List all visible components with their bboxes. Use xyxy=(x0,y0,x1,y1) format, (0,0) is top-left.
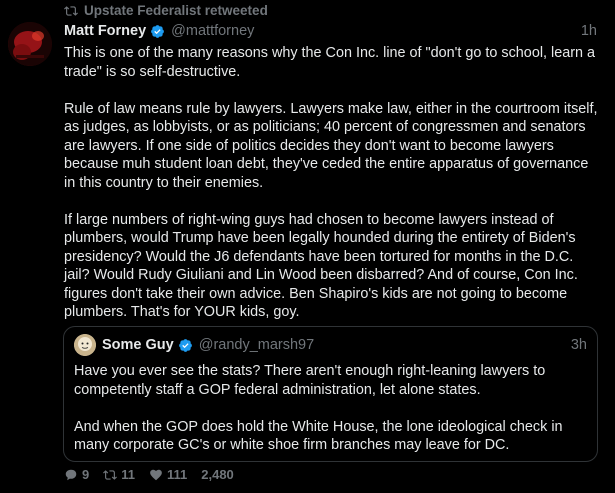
verified-icon xyxy=(151,24,165,38)
quote-author-name[interactable]: Some Guy xyxy=(102,337,174,353)
retweet-row[interactable]: Upstate Federalist retweeted xyxy=(64,3,268,18)
view-count[interactable]: 2,480 xyxy=(201,467,234,482)
retweet-label: Upstate Federalist retweeted xyxy=(84,3,268,18)
retweet-icon xyxy=(103,469,118,480)
quote-timestamp[interactable]: 3h xyxy=(571,337,587,353)
retweet-count: 11 xyxy=(121,467,135,482)
retweet-icon xyxy=(64,5,78,16)
tweet-text: This is one of the many reasons why the … xyxy=(64,44,602,340)
quote-author-handle[interactable]: @randy_marsh97 xyxy=(199,337,314,353)
quote-header: Some Guy @randy_marsh97 3h xyxy=(74,334,587,356)
reply-button[interactable]: 9 xyxy=(64,467,89,482)
heart-icon xyxy=(150,469,162,480)
quote-text: Have you ever see the stats? There aren'… xyxy=(74,362,586,473)
tweet-timestamp[interactable]: 1h xyxy=(581,23,597,39)
quote-paragraph: Have you ever see the stats? There aren'… xyxy=(74,363,546,398)
author-handle[interactable]: @mattforney xyxy=(171,23,254,39)
tweet-paragraph: Rule of law means rule by lawyers. Lawye… xyxy=(64,100,598,191)
tweet-paragraph: If large numbers of right-wing guys had … xyxy=(64,211,578,321)
quoted-tweet[interactable]: Some Guy @randy_marsh97 3h Have you ever… xyxy=(63,326,598,462)
avatar[interactable] xyxy=(8,22,52,66)
action-bar: 9 11 111 2,480 xyxy=(64,467,248,482)
author-name[interactable]: Matt Forney xyxy=(64,23,146,39)
quote-paragraph: And when the GOP does hold the White Hou… xyxy=(74,418,563,454)
like-count: 111 xyxy=(166,467,188,482)
view-count-value: 2,480 xyxy=(201,467,234,482)
quote-avatar xyxy=(74,334,96,356)
tweet-header: Matt Forney @mattforney 1h xyxy=(64,22,597,40)
reply-count: 9 xyxy=(82,467,90,482)
retweet-button[interactable]: 11 xyxy=(103,467,135,482)
verified-icon xyxy=(178,338,192,352)
reply-icon xyxy=(65,469,77,480)
tweet-paragraph: This is one of the many reasons why the … xyxy=(64,45,596,80)
like-button[interactable]: 111 xyxy=(149,467,187,482)
